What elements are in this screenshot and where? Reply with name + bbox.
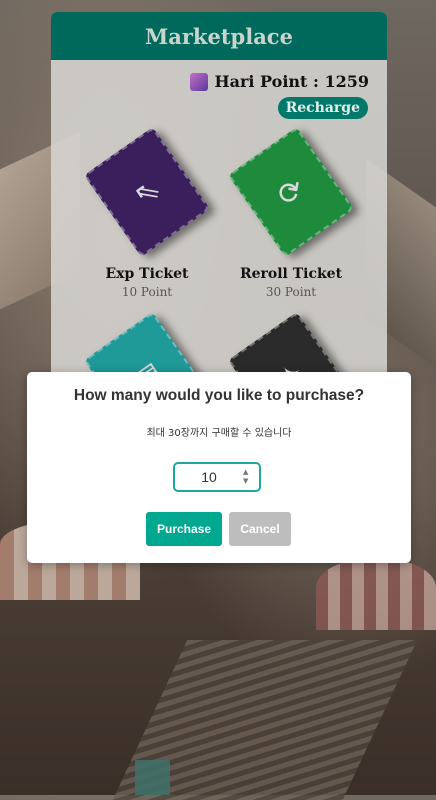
recharge-button[interactable]: Recharge <box>277 97 368 119</box>
arrows-up-left-icon: ⇖ <box>83 126 211 258</box>
background-awning-right <box>316 560 436 630</box>
ticket-reroll[interactable]: ⟳ Reroll Ticket 30 Point <box>221 126 361 299</box>
purchase-button[interactable]: Purchase <box>146 512 222 546</box>
points-label: Hari Point : 1259 <box>214 72 369 91</box>
quantity-input[interactable] <box>175 468 243 486</box>
refresh-icon: ⟳ <box>227 126 355 258</box>
page-title: Marketplace <box>145 23 293 49</box>
marketplace-header: Marketplace <box>51 12 387 60</box>
ticket-name: Exp Ticket <box>105 266 189 282</box>
dialog-title: How many would you like to purchase? <box>73 387 365 404</box>
purchase-dialog: How many would you like to purchase? 최대 … <box>27 372 411 563</box>
ticket-exp[interactable]: ⇖ Exp Ticket 10 Point <box>77 126 217 299</box>
ticket-price: 10 Point <box>121 285 173 299</box>
dialog-subtitle: 최대 30장까지 구매할 수 있습니다 <box>146 428 292 439</box>
quantity-stepper[interactable]: ▲ ▼ <box>173 462 261 492</box>
ticket-price: 30 Point <box>265 285 317 299</box>
chevron-down-icon[interactable]: ▼ <box>243 477 248 486</box>
stepper-arrows[interactable]: ▲ ▼ <box>243 468 248 486</box>
background-crate <box>135 760 170 795</box>
cancel-button[interactable]: Cancel <box>229 512 291 546</box>
marketplace-panel: Marketplace Hari Point : 1259 Recharge ⇖… <box>51 12 387 432</box>
ticket-name: Reroll Ticket <box>239 266 343 282</box>
chevron-up-icon[interactable]: ▲ <box>243 468 248 477</box>
avatar <box>190 72 209 91</box>
points-display: Hari Point : 1259 <box>190 72 369 91</box>
